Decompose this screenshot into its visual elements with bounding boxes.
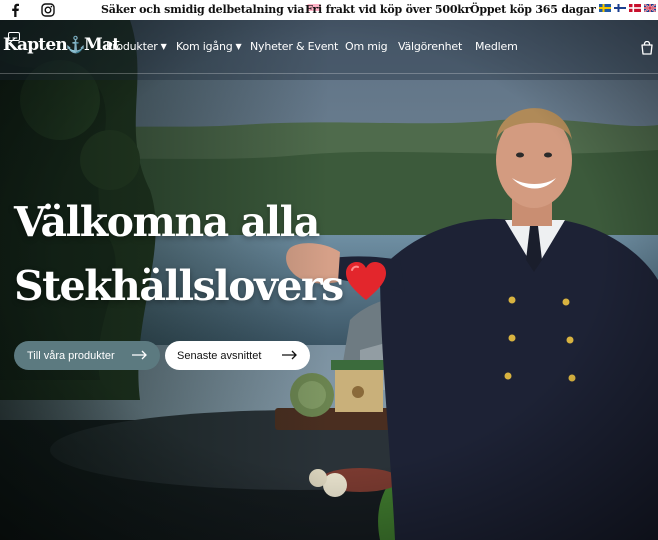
arrow-right-icon: [282, 350, 297, 360]
hero-headline: Välkomna alla Stekhällslovers: [14, 190, 388, 318]
site-logo[interactable]: Kapten⚓Mat: [3, 35, 120, 55]
announcement-message: Fri frakt vid köp över 500kr: [305, 3, 471, 16]
latest-episode-button[interactable]: Senaste avsnittet: [165, 341, 310, 370]
headline-line: Välkomna alla: [14, 198, 320, 246]
logo-text: Kapten: [3, 35, 68, 55]
chevron-down-icon: ▼: [160, 42, 167, 51]
announcement-message: Säker och smidig delbetalning via: [101, 3, 322, 16]
sweden-flag[interactable]: [599, 4, 611, 12]
nav-item-om-mig[interactable]: Om mig: [345, 40, 388, 53]
arrow-right-icon: [132, 350, 147, 360]
main-navigation: Kapten⚓Mat Produkter ▼ Kom igång ▼ Nyheter…: [0, 20, 658, 74]
announcement-message: Öppet köp 365 dagar: [470, 3, 596, 16]
shop-products-button[interactable]: Till våra produkter: [14, 341, 160, 370]
instagram-icon[interactable]: [40, 2, 56, 18]
denmark-flag[interactable]: [629, 4, 641, 12]
nav-item-valgorenhet[interactable]: Välgörenhet: [398, 40, 462, 53]
anchor-icon: ⚓: [65, 35, 86, 54]
language-selector[interactable]: [599, 4, 656, 12]
uk-flag[interactable]: [644, 4, 656, 12]
facebook-icon[interactable]: [7, 2, 23, 18]
nav-item-medlem[interactable]: Medlem: [475, 40, 518, 53]
button-label: Senaste avsnittet: [177, 349, 262, 362]
heart-icon: [345, 262, 386, 300]
cart-icon[interactable]: [640, 40, 654, 55]
announcement-bar: Säker och smidig delbetalning via Fri fr…: [0, 0, 658, 20]
nav-item-kom-igang[interactable]: Kom igång ▼: [176, 40, 242, 53]
finland-flag[interactable]: [614, 4, 626, 12]
headline-line: Stekhällslovers: [14, 262, 344, 310]
nav-item-nyheter-event[interactable]: Nyheter & Event: [250, 40, 338, 53]
button-label: Till våra produkter: [27, 349, 115, 362]
chevron-down-icon: ▼: [235, 42, 242, 51]
nav-item-produkter[interactable]: Produkter ▼: [106, 40, 167, 53]
